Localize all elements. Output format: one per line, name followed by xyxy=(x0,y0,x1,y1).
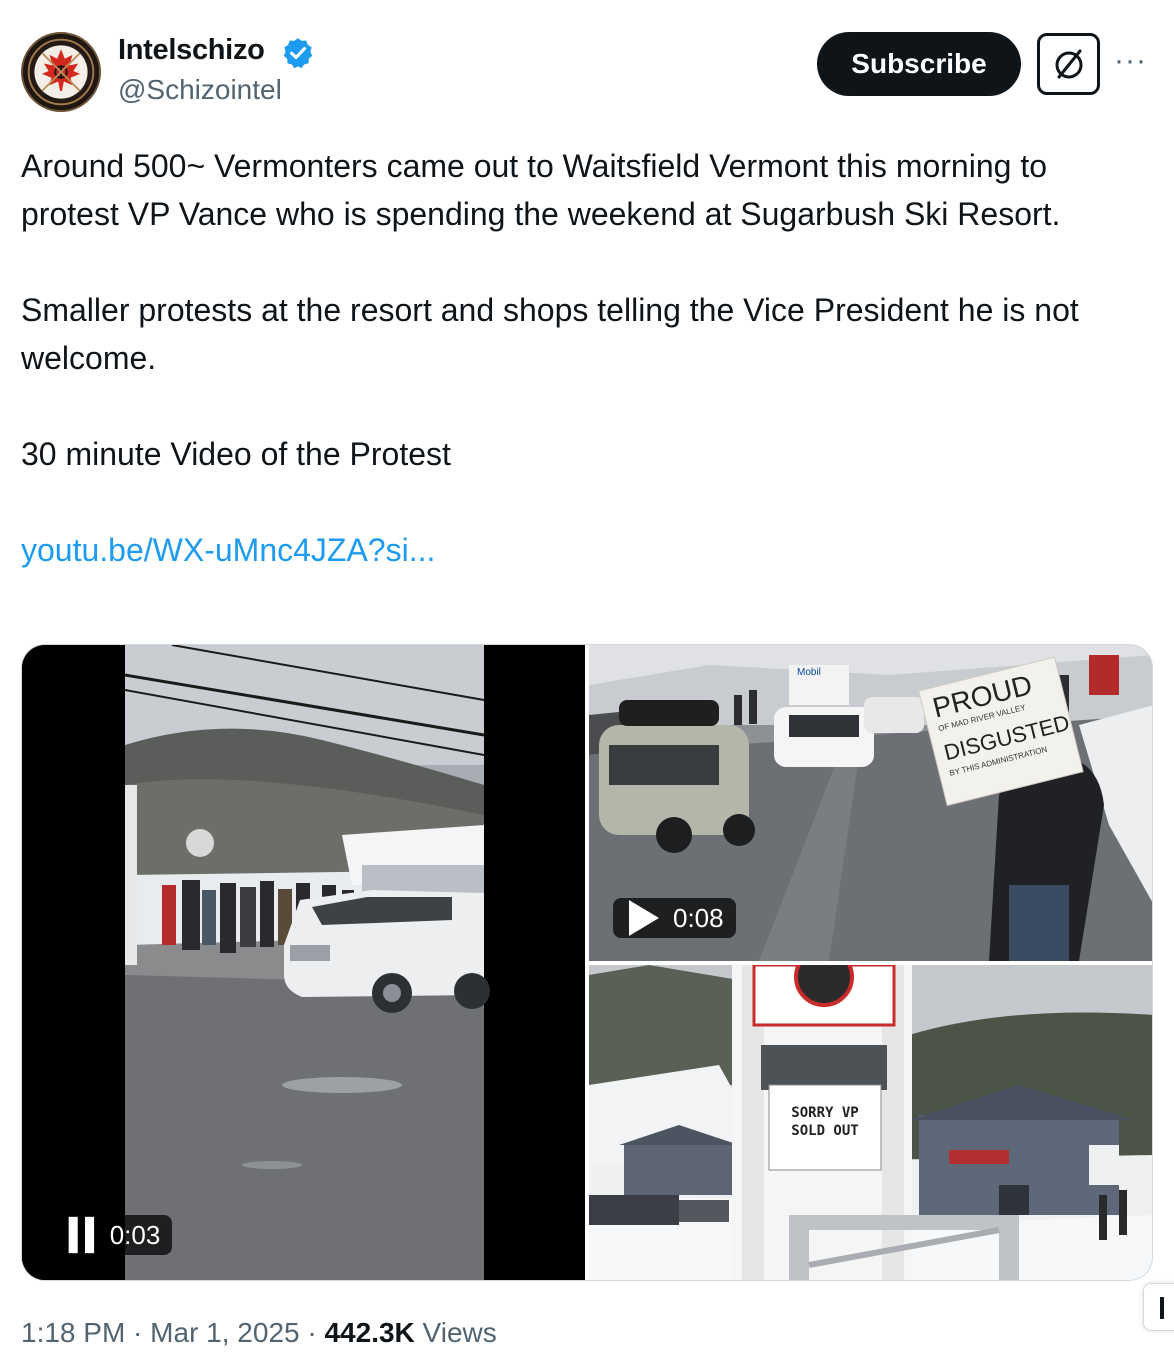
tweet-paragraph: 30 minute Video of the Protest xyxy=(21,436,451,472)
tweet-date[interactable]: Mar 1, 2025 xyxy=(150,1317,299,1348)
video-time: 0:08 xyxy=(673,902,724,933)
verified-badge-icon[interactable] xyxy=(281,36,315,70)
video-protest-sign[interactable]: Mobil PROUD OF MAD RIVER VALLEY DISGUSTE… xyxy=(589,645,1152,961)
tweet-time[interactable]: 1:18 PM xyxy=(21,1317,125,1348)
play-icon[interactable] xyxy=(625,898,661,938)
floating-panel-edge[interactable] xyxy=(1143,1283,1174,1331)
photo-image: SORRY VP SOLD OUT xyxy=(589,965,1152,1280)
author-avatar[interactable] xyxy=(21,32,101,112)
store-sign: Mobil xyxy=(797,667,821,678)
photo-resort-sign[interactable]: SORRY VP SOLD OUT xyxy=(589,965,1152,1280)
resort-sign-line: SOLD OUT xyxy=(791,1123,858,1139)
grok-button[interactable] xyxy=(1037,33,1100,95)
tweet-text: Around 500~ Vermonters came out to Waits… xyxy=(21,142,1151,574)
media-grid: 0:03 Mobil PROUD OF MAD RIVER VALLEY DIS… xyxy=(21,644,1153,1281)
separator: · xyxy=(299,1317,325,1348)
tweet-paragraph: Around 500~ Vermonters came out to Waits… xyxy=(21,148,1061,232)
views-count: 442.3K xyxy=(324,1317,415,1348)
video-frame-image xyxy=(22,645,585,1280)
views-label: Views xyxy=(414,1317,497,1348)
separator: · xyxy=(125,1317,151,1348)
video-time: 0:03 xyxy=(109,1219,161,1250)
video-timestamp-badge: 0:03 xyxy=(53,1215,173,1255)
tweet-meta: 1:18 PM · Mar 1, 2025 · 442.3K Views xyxy=(21,1317,497,1349)
resort-sign-line: SORRY VP xyxy=(791,1105,858,1121)
pause-icon[interactable] xyxy=(65,1215,98,1255)
tweet-paragraph: Smaller protests at the resort and shops… xyxy=(21,292,1079,376)
video-timestamp-badge: 0:08 xyxy=(613,898,736,938)
maple-leaf-emblem-icon xyxy=(27,38,95,106)
grok-icon xyxy=(1055,49,1082,79)
subscribe-button[interactable]: Subscribe xyxy=(817,32,1021,96)
youtube-link[interactable]: youtu.be/WX-uMnc4JZA?si... xyxy=(21,532,435,568)
more-options-icon[interactable]: ··· xyxy=(1114,46,1147,76)
author-handle[interactable]: @Schizointel xyxy=(118,74,282,106)
author-name[interactable]: Intelschizo xyxy=(118,34,265,67)
video-protest-road[interactable]: 0:03 xyxy=(22,645,585,1280)
